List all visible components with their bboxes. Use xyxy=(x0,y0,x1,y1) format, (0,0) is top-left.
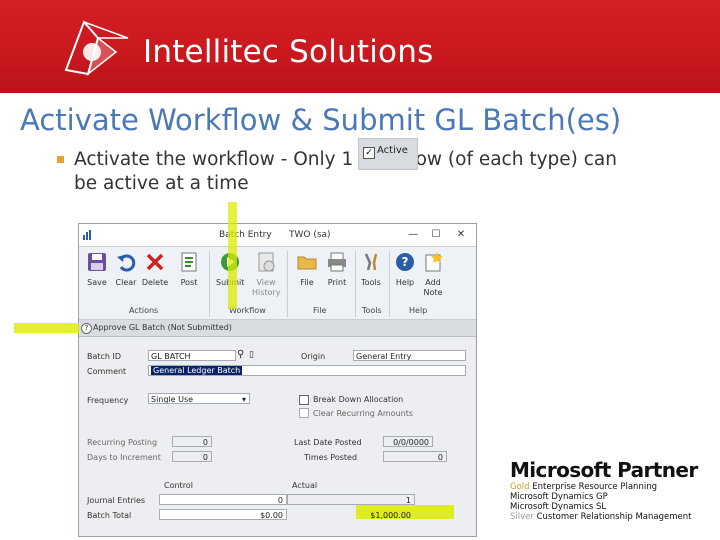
window-titlebar: Batch Entry TWO (sa) — ☐ ✕ xyxy=(79,224,476,247)
save-icon xyxy=(88,253,106,271)
active-checkbox[interactable]: ✓ xyxy=(363,147,375,159)
printer-icon xyxy=(328,252,346,272)
microsoft-partner-logo: Microsoft Partner Gold Enterprise Resour… xyxy=(510,458,698,522)
frequency-label: Frequency xyxy=(87,396,129,405)
clear-button[interactable]: Clear xyxy=(112,251,140,288)
clear-recurring-checkbox[interactable] xyxy=(299,408,309,418)
post-button[interactable]: Post xyxy=(175,251,203,288)
journal-entries-actual-field: 1 xyxy=(287,494,415,505)
brand-name: Intellitec Solutions xyxy=(143,34,434,70)
question-icon: ? xyxy=(81,323,92,334)
times-posted-label: Times Posted xyxy=(304,453,358,462)
batch-total-label: Batch Total xyxy=(87,511,132,520)
partner-line-2: Microsoft Dynamics GP xyxy=(510,492,608,502)
recurring-posting-label: Recurring Posting xyxy=(87,438,158,447)
close-button[interactable]: ✕ xyxy=(452,227,470,243)
origin-select[interactable]: General Entry xyxy=(353,350,466,361)
app-icon xyxy=(83,230,91,240)
undo-icon xyxy=(117,254,136,272)
origin-label: Origin xyxy=(301,352,326,361)
ribbon-separator xyxy=(287,251,288,317)
maximize-button[interactable]: ☐ xyxy=(427,227,445,243)
save-button[interactable]: Save xyxy=(83,251,111,288)
journal-entries-control-field[interactable]: 0 xyxy=(159,494,287,505)
partner-line-1: Gold Enterprise Resource Planning xyxy=(510,482,657,492)
delete-button[interactable]: Delete xyxy=(141,251,169,288)
header-banner: Intellitec Solutions xyxy=(0,0,720,93)
post-icon xyxy=(181,252,197,272)
days-to-increment-field[interactable]: 0 xyxy=(172,451,212,462)
highlight-status xyxy=(14,323,84,333)
note-icon xyxy=(425,252,443,272)
group-file: File xyxy=(313,306,327,315)
ribbon-separator xyxy=(209,251,210,317)
ribbon-separator xyxy=(389,251,390,317)
group-actions: Actions xyxy=(129,306,159,315)
lookup-icon[interactable]: ⚲ xyxy=(237,349,244,360)
partner-line-3: Microsoft Dynamics SL xyxy=(510,502,607,512)
help-button[interactable]: ? Help xyxy=(391,251,419,288)
history-icon xyxy=(258,252,275,272)
partner-tier-silver: Silver xyxy=(510,512,534,522)
ribbon-separator xyxy=(355,251,356,317)
print-button[interactable]: Print xyxy=(323,251,351,288)
minimize-button[interactable]: — xyxy=(404,227,422,243)
batch-id-label: Batch ID xyxy=(87,352,122,361)
partner-line-4: Silver Customer Relationship Management xyxy=(510,512,692,522)
batch-entry-window: Batch Entry TWO (sa) — ☐ ✕ Save Clear De… xyxy=(14,202,477,537)
help-icon: ? xyxy=(396,253,414,271)
break-down-label: Break Down Allocation xyxy=(313,395,404,404)
control-header: Control xyxy=(164,481,193,490)
window-user: TWO (sa) xyxy=(289,230,331,240)
window-title: Batch Entry xyxy=(219,230,272,240)
svg-text:?: ? xyxy=(402,255,409,269)
slide-title: Activate Workflow & Submit GL Batch(es) xyxy=(20,103,622,137)
batch-total-control-field[interactable]: $0.00 xyxy=(159,509,287,520)
chevron-down-icon: ▾ xyxy=(241,395,246,404)
add-note-button[interactable]: Add Note xyxy=(419,251,447,298)
highlight-submit xyxy=(228,202,237,309)
group-help: Help xyxy=(409,306,428,315)
bullet-text: Activate the workflow - Only 1 workflow … xyxy=(74,149,617,194)
intellitec-logo-icon xyxy=(64,20,129,77)
comment-selected-text: General Ledger Batch xyxy=(151,366,243,375)
times-posted-field: 0 xyxy=(383,451,447,462)
days-to-increment-label: Days to Increment xyxy=(87,453,161,462)
journal-entries-label: Journal Entries xyxy=(87,496,146,505)
last-date-posted-field: 0/0/0000 xyxy=(383,436,433,447)
workflow-status-text: Approve GL Batch (Not Submitted) xyxy=(93,323,232,332)
workflow-status-bar: ? Approve GL Batch (Not Submitted) xyxy=(79,320,476,337)
folder-icon xyxy=(297,256,317,270)
last-date-posted-label: Last Date Posted xyxy=(294,438,362,447)
comment-field[interactable]: General Ledger Batch xyxy=(148,365,466,376)
break-down-checkbox[interactable] xyxy=(299,395,309,405)
batch-id-field[interactable]: GL BATCH xyxy=(148,350,236,361)
active-checkbox-callout: ✓ Active xyxy=(358,138,418,170)
batch-total-actual-field: $1,000.00 xyxy=(370,511,411,520)
partner-tier-gold: Gold xyxy=(510,482,530,492)
partner-title: Microsoft Partner xyxy=(510,458,698,482)
frequency-select[interactable]: Single Use ▾ xyxy=(148,393,250,404)
delete-icon xyxy=(146,253,164,271)
tools-icon xyxy=(364,253,378,271)
clear-recurring-label: Clear Recurring Amounts xyxy=(313,409,414,418)
comment-label: Comment xyxy=(87,367,127,376)
active-checkbox-label: Active xyxy=(377,145,408,156)
ribbon: Save Clear Delete Post Submit View Histo… xyxy=(79,247,476,320)
view-history-button[interactable]: View History xyxy=(252,251,280,298)
actual-header: Actual xyxy=(292,481,318,490)
group-tools: Tools xyxy=(362,306,382,315)
bullet-marker xyxy=(57,156,64,163)
recurring-posting-field[interactable]: 0 xyxy=(172,436,212,447)
file-button[interactable]: File xyxy=(293,251,321,288)
note-small-icon[interactable]: ▯ xyxy=(249,350,254,360)
tools-button[interactable]: Tools xyxy=(357,251,385,288)
